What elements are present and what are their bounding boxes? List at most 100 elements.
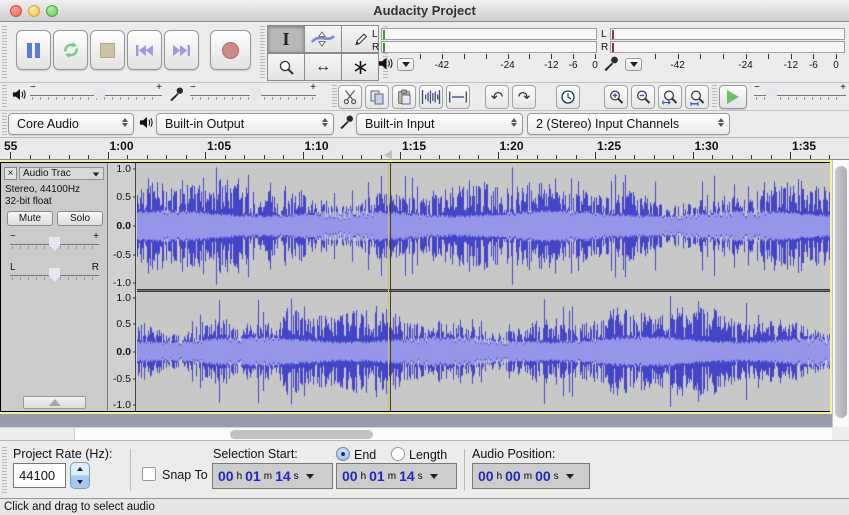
- start-hours[interactable]: 00: [218, 468, 234, 484]
- gain-min-label: −: [10, 231, 16, 242]
- audio-hours[interactable]: 00: [478, 468, 494, 484]
- length-radio-label[interactable]: Length: [409, 448, 447, 462]
- tools-toolbar-grip[interactable]: [260, 26, 265, 78]
- silence-icon: [448, 89, 468, 105]
- chevron-down-icon[interactable]: [306, 474, 314, 479]
- scrollbar-corner: [832, 427, 849, 440]
- redo-button[interactable]: ↷: [512, 85, 536, 109]
- paste-button[interactable]: [392, 85, 416, 109]
- playback-meter-menu-button[interactable]: [397, 58, 414, 71]
- pause-button[interactable]: [16, 30, 51, 70]
- horizontal-scrollbar-thumb[interactable]: [230, 430, 373, 439]
- audio-minutes[interactable]: 00: [505, 468, 521, 484]
- cut-button[interactable]: [338, 85, 362, 109]
- transcription-toolbar-grip[interactable]: [712, 85, 717, 107]
- title-bar[interactable]: Audacity Project: [0, 0, 849, 22]
- track-close-button[interactable]: ×: [4, 167, 17, 180]
- time-shift-tool-button[interactable]: ↔: [304, 53, 342, 81]
- zoom-out-button[interactable]: [631, 85, 655, 109]
- playback-speed-slider[interactable]: − +: [754, 84, 846, 106]
- play-at-speed-button[interactable]: [719, 85, 747, 109]
- playback-meter-left-bar[interactable]: [381, 28, 597, 40]
- ruler-minor-tick: [771, 155, 772, 159]
- timeline-ruler[interactable]: 551:001:051:101:151:201:251:301:35: [0, 137, 849, 160]
- selection-start-field[interactable]: 00h01m14s: [212, 463, 333, 489]
- input-device-select[interactable]: Built-in Input: [356, 113, 523, 135]
- record-button[interactable]: [210, 30, 251, 70]
- vertical-ruler-tick: [133, 351, 136, 352]
- device-toolbar-grip[interactable]: [2, 113, 7, 135]
- playback-meter-right-bar[interactable]: [381, 41, 597, 53]
- output-device-select[interactable]: Built-in Output: [156, 113, 334, 135]
- end-minutes[interactable]: 01: [369, 468, 385, 484]
- project-rate-stepper[interactable]: [70, 462, 90, 489]
- chevron-down-icon[interactable]: [430, 474, 438, 479]
- audio-seconds[interactable]: 00: [535, 468, 551, 484]
- vertical-scrollbar-thumb[interactable]: [835, 166, 847, 418]
- recording-meter-menu-button[interactable]: [625, 58, 642, 71]
- meter-zero-tick: [383, 43, 385, 52]
- waveform-channel-1[interactable]: [137, 163, 830, 289]
- sync-lock-button[interactable]: [556, 85, 580, 109]
- transport-toolbar-grip[interactable]: [2, 26, 7, 78]
- snap-to-checkbox[interactable]: [142, 467, 156, 481]
- selection-end-field[interactable]: 00h01m14s: [336, 463, 457, 489]
- zoom-tool-button[interactable]: [267, 53, 305, 81]
- recording-meter-right-bar[interactable]: [610, 41, 845, 53]
- gain-slider[interactable]: − +: [10, 233, 99, 255]
- play-loop-button[interactable]: [53, 30, 88, 70]
- fit-project-button[interactable]: [685, 85, 709, 109]
- ruler-time-label: 1:05: [207, 139, 231, 153]
- ruler-minor-tick: [439, 155, 440, 159]
- audio-host-select[interactable]: Core Audio: [8, 113, 134, 135]
- track-collapse-button[interactable]: [23, 396, 86, 409]
- undo-icon: ↶: [491, 90, 504, 105]
- solo-button[interactable]: Solo: [57, 211, 103, 226]
- audio-position-label: Audio Position:: [472, 447, 555, 461]
- pan-slider[interactable]: L R: [10, 264, 99, 286]
- silence-button[interactable]: [446, 85, 470, 109]
- meter-scale-label: -12: [544, 60, 558, 71]
- input-channels-select[interactable]: 2 (Stereo) Input Channels: [527, 113, 730, 135]
- input-volume-slider[interactable]: − +: [190, 84, 316, 106]
- recording-meter-left-bar[interactable]: [610, 28, 845, 40]
- selection-tool-icon: I: [282, 29, 289, 50]
- trim-button[interactable]: [419, 85, 443, 109]
- selection-tool-button[interactable]: I: [267, 25, 305, 53]
- end-radio-label[interactable]: End: [354, 448, 376, 462]
- track-menu-button[interactable]: Audio Trac: [19, 167, 104, 180]
- multi-tool-button[interactable]: [341, 53, 379, 81]
- mixer-toolbar-grip[interactable]: [2, 85, 7, 107]
- meter-scale-tick: [464, 54, 465, 59]
- end-radio[interactable]: [336, 447, 350, 461]
- waveform-area[interactable]: [137, 163, 830, 411]
- waveform-channel-2[interactable]: [137, 292, 830, 411]
- ruler-major-tick: [790, 152, 791, 159]
- mute-button[interactable]: Mute: [7, 211, 53, 226]
- end-hours[interactable]: 00: [342, 468, 358, 484]
- rewind-button[interactable]: [127, 30, 162, 70]
- meter-zero-tick: [383, 30, 385, 39]
- vertical-ruler[interactable]: 1.00.50.0-0.5-1.0 1.00.50.0-0.5-1.0: [108, 163, 136, 411]
- length-radio[interactable]: [391, 447, 405, 461]
- copy-button[interactable]: [365, 85, 389, 109]
- vertical-ruler-tick: [133, 405, 136, 406]
- audio-position-field[interactable]: 00h00m00s: [472, 463, 590, 489]
- horizontal-scrollbar[interactable]: [75, 427, 832, 440]
- start-minutes[interactable]: 01: [245, 468, 261, 484]
- end-seconds[interactable]: 14: [399, 468, 415, 484]
- output-volume-slider[interactable]: − +: [30, 84, 162, 106]
- zoom-in-button[interactable]: [604, 85, 628, 109]
- project-rate-input[interactable]: 44100: [13, 463, 66, 488]
- chevron-down-icon[interactable]: [566, 474, 574, 479]
- fit-selection-button[interactable]: [658, 85, 682, 109]
- ruler-minor-tick: [634, 155, 635, 159]
- vertical-scrollbar[interactable]: [832, 160, 849, 440]
- start-seconds[interactable]: 14: [275, 468, 291, 484]
- selection-toolbar-grip[interactable]: [2, 447, 7, 493]
- edit-toolbar-grip[interactable]: [332, 85, 337, 107]
- envelope-tool-button[interactable]: [304, 25, 342, 53]
- forward-button[interactable]: [164, 30, 199, 70]
- undo-button[interactable]: ↶: [485, 85, 509, 109]
- stop-button[interactable]: [90, 30, 125, 70]
